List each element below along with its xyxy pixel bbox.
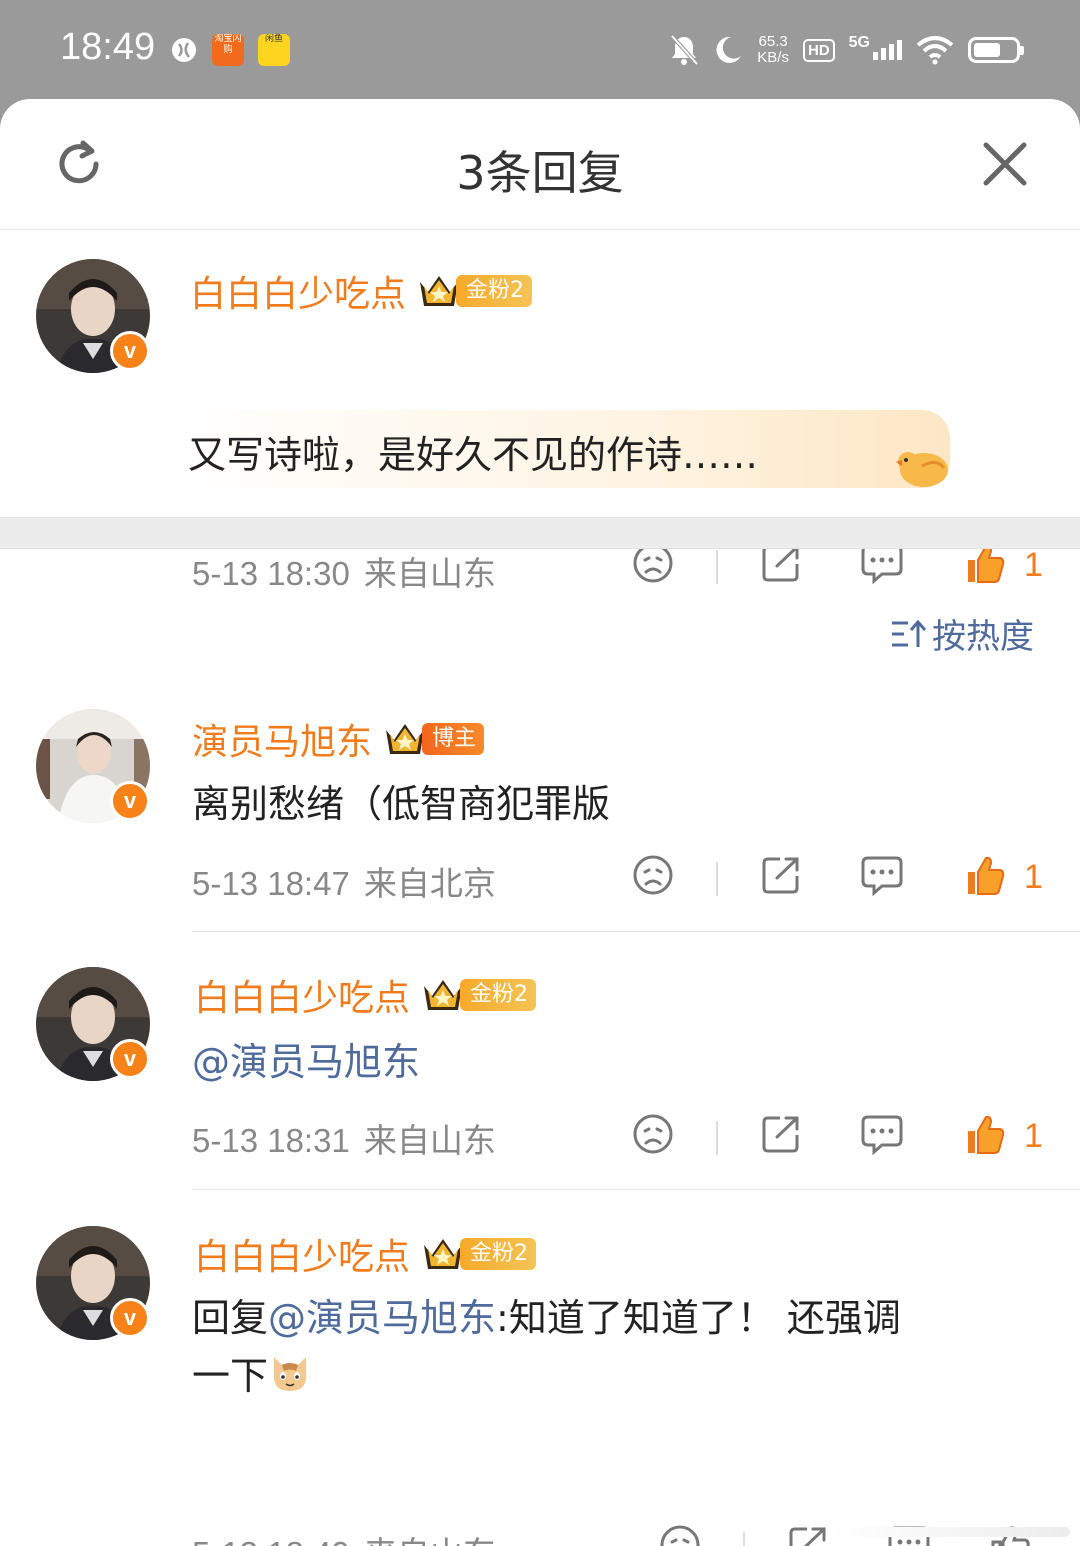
- like-count: 1: [1024, 546, 1043, 584]
- divider: [716, 1121, 718, 1155]
- dislike-icon[interactable]: [659, 1524, 701, 1546]
- verified-badge: v: [110, 331, 150, 371]
- comment-text: 离别愁绪（低智商犯罪版: [192, 782, 611, 826]
- comment-text: 回复@演员马旭东:知道了知道了！ 还强调: [192, 1287, 901, 1342]
- verified-badge: v: [110, 781, 150, 821]
- wifi-icon: [916, 36, 954, 65]
- comment-text: 又写诗啦，是好久不见的作诗……: [188, 433, 759, 477]
- divider: [716, 550, 718, 584]
- sheet-header: 3条回复: [0, 99, 1080, 230]
- divider: [716, 862, 718, 896]
- action-bar: 1: [630, 542, 1050, 592]
- share-icon[interactable]: [760, 854, 802, 896]
- dislike-icon[interactable]: [632, 854, 674, 896]
- reply-separator: [192, 1189, 1080, 1190]
- action-bar: 1: [630, 854, 1050, 904]
- home-indicator: [830, 1527, 1070, 1537]
- comment-text-line1: :知道了知道了！ 还强调: [496, 1296, 901, 1340]
- avatar[interactable]: v: [36, 259, 150, 373]
- share-icon[interactable]: [787, 1524, 829, 1546]
- comment-icon[interactable]: [860, 1113, 904, 1155]
- verified-badge: v: [110, 1298, 150, 1338]
- name-row: 演员马旭东 博主: [192, 713, 485, 765]
- mention-link[interactable]: @演员马旭东: [192, 1031, 420, 1086]
- fan-badge[interactable]: 金粉2: [420, 974, 537, 1016]
- like-icon[interactable]: [964, 1113, 1006, 1157]
- mention-link[interactable]: @演员马旭东: [268, 1296, 496, 1340]
- comment-meta: 5-13 18:31 来自山东: [192, 1121, 496, 1160]
- bird-sticker-icon: [896, 452, 948, 487]
- comment-icon[interactable]: [860, 854, 904, 896]
- status-bar: 18:49 淘宝闪购 闲鱼 65.3 KB/s HD 5G: [0, 0, 1080, 100]
- like-count: 1: [1024, 1117, 1043, 1155]
- page-title: 3条回复: [456, 146, 624, 200]
- sort-toggle[interactable]: 按热度: [890, 609, 1034, 658]
- fan-badge[interactable]: 金粉2: [420, 1233, 537, 1275]
- comment-text-tail: 一下: [192, 1354, 269, 1398]
- cat-emoji-icon: [274, 1356, 307, 1391]
- like-icon[interactable]: [964, 854, 1006, 898]
- sort-icon: [892, 619, 926, 647]
- section-divider: [0, 517, 1080, 549]
- reply-prefix: 回复: [192, 1296, 269, 1340]
- fan-badge[interactable]: 金粉2: [416, 270, 533, 312]
- browser-icon: [172, 38, 196, 62]
- name-row: 白白白少吃点 金粉2: [194, 969, 537, 1021]
- name-row: 白白白少吃点 金粉2: [194, 1228, 537, 1280]
- comment-meta: 5-13 18:49来自山东: [192, 1527, 496, 1546]
- action-bar: 1: [630, 1113, 1050, 1163]
- comment-meta: 5-13 18:47 来自北京: [192, 864, 496, 903]
- like-count: 1: [1024, 858, 1043, 896]
- name-row: 白白白少吃点 金粉2: [190, 265, 533, 317]
- host-badge[interactable]: 博主: [382, 718, 485, 760]
- status-icons: 65.3 KB/s HD 5G: [669, 28, 1024, 72]
- avatar[interactable]: v: [36, 709, 150, 823]
- dislike-icon[interactable]: [632, 1113, 674, 1155]
- battery-icon: [968, 37, 1024, 63]
- comment-meta: 5-13 18:30 来自山东: [192, 554, 496, 593]
- share-icon[interactable]: [760, 1113, 802, 1155]
- username[interactable]: 演员马旭东: [192, 713, 372, 765]
- username[interactable]: 白白白少吃点: [190, 265, 406, 317]
- username[interactable]: 白白白少吃点: [194, 1228, 410, 1280]
- close-icon[interactable]: [982, 141, 1028, 187]
- root-comment: v 白白白少吃点 金粉2 又写诗啦，是好久不见的作诗…… 5-13 18:30 来…: [0, 229, 1080, 593]
- replies-sheet: 3条回复 v 白白白少吃点 金粉2 又写诗啦，是好久不见的作诗…… 5-13 1…: [0, 99, 1080, 1546]
- moon-icon: [716, 36, 742, 63]
- username[interactable]: 白白白少吃点: [194, 969, 410, 1021]
- signal-icon: 5G: [849, 34, 902, 60]
- reply-separator: [192, 931, 1080, 932]
- hd-indicator: HD: [802, 38, 835, 62]
- taobao-app-icon: 淘宝闪购: [212, 34, 244, 66]
- avatar[interactable]: v: [36, 1226, 150, 1340]
- xianyu-app-icon: 闲鱼: [258, 34, 290, 66]
- divider: [743, 1532, 745, 1546]
- mute-icon: [670, 34, 699, 66]
- network-speed: 65.3 KB/s: [757, 33, 789, 66]
- comment-text-line2: 一下: [192, 1345, 312, 1400]
- reply-item: v 演员马旭东 博主 离别愁绪（低智商犯罪版 5-13 18:47 来自北京 1: [0, 679, 1080, 939]
- sort-label: 按热度: [932, 617, 1034, 657]
- status-time: 18:49: [60, 26, 156, 68]
